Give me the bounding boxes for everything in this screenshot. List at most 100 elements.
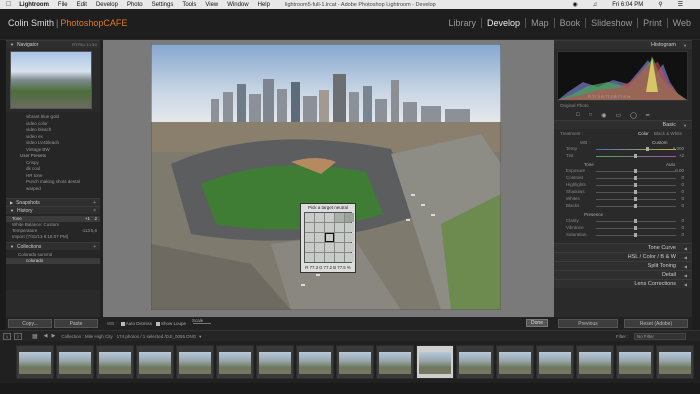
- clock[interactable]: Fri 6:04 PM: [612, 2, 643, 8]
- filmstrip-thumbnail[interactable]: [56, 345, 94, 379]
- zoom-1-1[interactable]: 1:1: [86, 43, 91, 47]
- source-info[interactable]: Collection : Mile High City: [61, 334, 112, 339]
- reset-button[interactable]: Reset (Adobe): [624, 319, 688, 328]
- auto-dismiss-checkbox[interactable]: [120, 321, 125, 326]
- saturation-slider[interactable]: Saturation 0: [554, 232, 692, 239]
- clear-history-icon[interactable]: ×: [93, 208, 96, 214]
- menu-help[interactable]: Help: [258, 2, 270, 8]
- module-web[interactable]: Web: [668, 18, 696, 28]
- lens-corrections-header[interactable]: Lens Corrections ◀: [554, 279, 692, 288]
- histogram[interactable]: R 77.3 G 77.2 B 77.5 %: [557, 51, 688, 101]
- page-1-button[interactable]: 1: [3, 332, 11, 340]
- preset-item[interactable]: warped: [26, 186, 94, 193]
- collection-item[interactable]: colorado: [6, 258, 100, 264]
- menu-photo[interactable]: Photo: [127, 2, 143, 8]
- treatment-bw[interactable]: Black & White: [654, 131, 682, 136]
- bottom-panel-toggle[interactable]: [0, 383, 700, 394]
- zoom-fit[interactable]: FIT: [72, 43, 77, 47]
- scale-slider[interactable]: [193, 323, 212, 324]
- temp-slider[interactable]: Temp 6,000: [554, 146, 692, 153]
- histogram-header[interactable]: Histogram ▼: [554, 40, 692, 49]
- tone-curve-header[interactable]: Tone Curve ◀: [554, 243, 692, 252]
- filter-select[interactable]: No Filter: [634, 332, 686, 340]
- add-collection-icon[interactable]: +: [93, 244, 96, 250]
- dropdown-icon[interactable]: ▼: [198, 334, 202, 339]
- module-library[interactable]: Library: [444, 18, 483, 28]
- navigator-zoom-options[interactable]: FIT FILL 1:1 3:1: [72, 43, 97, 47]
- back-arrow-icon[interactable]: ◀: [44, 333, 48, 339]
- treatment-color[interactable]: Color: [638, 131, 649, 136]
- apple-icon[interactable]: : [6, 1, 11, 8]
- target-neutral-loupe[interactable]: Pick a target neutral R 77.3 G 77.2 B 77…: [300, 203, 356, 273]
- menu-view[interactable]: View: [205, 2, 218, 8]
- filmstrip-thumbnail[interactable]: [256, 345, 294, 379]
- menu-list-icon[interactable]: ☰: [678, 1, 683, 8]
- menu-settings[interactable]: Settings: [152, 2, 174, 8]
- wb-preset-select[interactable]: Custom: [652, 140, 668, 145]
- filmstrip-thumbnail[interactable]: [16, 345, 54, 379]
- filmstrip-thumbnail[interactable]: [616, 345, 654, 379]
- filmstrip-thumbnail[interactable]: [456, 345, 494, 379]
- radial-filter-icon[interactable]: ◯: [630, 112, 637, 119]
- filmstrip-thumbnail[interactable]: [376, 345, 414, 379]
- add-snapshot-icon[interactable]: +: [93, 200, 96, 206]
- history-item[interactable]: Import (7/31/13 6:16:07 PM): [6, 234, 100, 240]
- wifi-icon[interactable]: ◉: [572, 1, 577, 8]
- hsl-header[interactable]: HSL / Color / B & W ◀: [554, 252, 692, 261]
- whites-slider[interactable]: Whites 0: [554, 196, 692, 203]
- blacks-slider[interactable]: Blacks 0: [554, 203, 692, 210]
- adjustment-brush-icon[interactable]: ━: [646, 112, 650, 119]
- navigator-header[interactable]: ▼ Navigator FIT FILL 1:1 3:1: [6, 40, 100, 48]
- filmstrip-thumbnail[interactable]: [216, 345, 254, 379]
- module-print[interactable]: Print: [638, 18, 668, 28]
- history-header[interactable]: ▼ History ×: [6, 206, 100, 214]
- right-panel-scrollbar[interactable]: [692, 40, 700, 330]
- filmstrip-thumbnail[interactable]: [176, 345, 214, 379]
- filmstrip-thumbnail[interactable]: [576, 345, 614, 379]
- module-develop[interactable]: Develop: [482, 18, 527, 28]
- menu-edit[interactable]: Edit: [77, 2, 87, 8]
- volume-icon[interactable]: ♫: [593, 2, 598, 8]
- page-2-button[interactable]: 2: [14, 332, 22, 340]
- copy-button[interactable]: Copy...: [8, 319, 52, 328]
- zoom-3-1[interactable]: 3:1: [92, 43, 97, 47]
- highlights-slider[interactable]: Highlights 0: [554, 182, 692, 189]
- tone-auto-button[interactable]: Auto: [666, 162, 675, 167]
- done-button[interactable]: Done: [526, 319, 548, 327]
- filmstrip-thumbnail[interactable]: [336, 345, 374, 379]
- filmstrip-thumbnail[interactable]: [296, 345, 334, 379]
- filmstrip-thumbnail[interactable]: [96, 345, 134, 379]
- filmstrip-thumbnail[interactable]: [536, 345, 574, 379]
- exposure-slider[interactable]: Exposure 0.00: [554, 168, 692, 175]
- graduated-filter-icon[interactable]: ▭: [616, 112, 622, 119]
- zoom-fill[interactable]: FILL: [78, 43, 85, 47]
- search-icon[interactable]: ⚲: [658, 1, 662, 8]
- basic-header[interactable]: Basic ▼: [554, 120, 692, 129]
- grid-view-icon[interactable]: ▦: [32, 333, 38, 340]
- detail-header[interactable]: Detail ◀: [554, 270, 692, 279]
- tint-slider[interactable]: Tint +2: [554, 153, 692, 160]
- contrast-slider[interactable]: Contrast 0: [554, 175, 692, 182]
- menu-develop[interactable]: Develop: [96, 2, 118, 8]
- module-book[interactable]: Book: [555, 18, 587, 28]
- previous-button[interactable]: Previous: [558, 319, 618, 328]
- menu-file[interactable]: File: [58, 2, 68, 8]
- filmstrip-thumbnail[interactable]: [496, 345, 534, 379]
- shadows-slider[interactable]: Shadows 0: [554, 189, 692, 196]
- snapshots-header[interactable]: ▶ Snapshots +: [6, 198, 100, 206]
- filmstrip-thumbnail[interactable]: [136, 345, 174, 379]
- module-slideshow[interactable]: Slideshow: [586, 18, 639, 28]
- menu-window[interactable]: Window: [227, 2, 248, 8]
- original-photo-checkbox[interactable]: Original Photo: [554, 103, 692, 110]
- filmstrip-thumbnail[interactable]: [416, 345, 454, 379]
- paste-button[interactable]: Paste: [54, 319, 98, 328]
- app-menu[interactable]: Lightroom: [19, 2, 49, 8]
- navigator-preview[interactable]: [10, 51, 92, 109]
- vibrance-slider[interactable]: Vibrance 0: [554, 225, 692, 232]
- collections-header[interactable]: ▼ Collections +: [6, 242, 100, 250]
- menu-tools[interactable]: Tools: [182, 2, 196, 8]
- module-map[interactable]: Map: [526, 18, 555, 28]
- filmstrip-thumbnail[interactable]: [656, 345, 694, 379]
- spot-removal-icon[interactable]: ○: [589, 112, 593, 118]
- clarity-slider[interactable]: Clarity 0: [554, 218, 692, 225]
